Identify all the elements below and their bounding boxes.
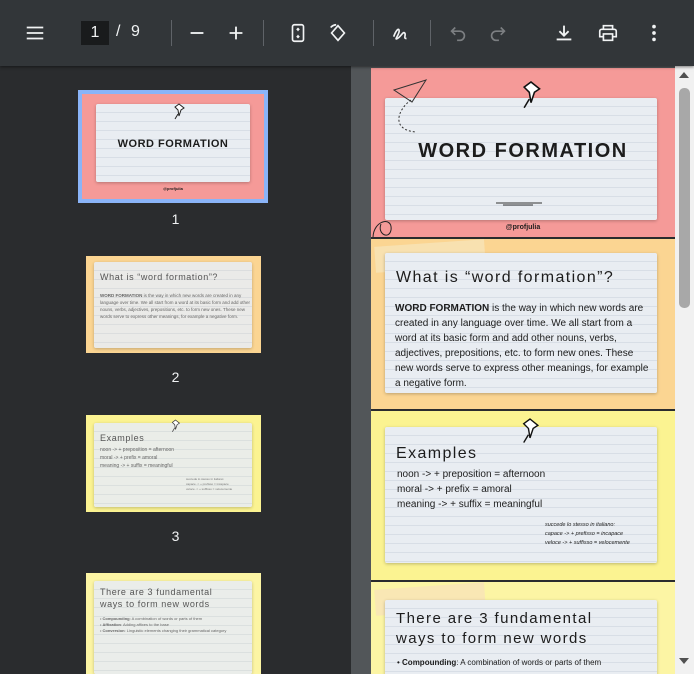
slide-title: ways to form new words — [396, 630, 588, 647]
fit-page-icon[interactable] — [286, 21, 310, 45]
document-page-1: WORD FORMATION @profjulia — [371, 68, 675, 239]
note-line: succede lo stesso in italiano: — [545, 522, 616, 528]
scrollbar-thumb[interactable] — [679, 88, 690, 308]
thumbnail-page-1[interactable]: WORD FORMATION @profjulia — [78, 90, 268, 203]
example-line: noon -> + preposition = afternoon — [397, 469, 546, 480]
thumbnail-page-2[interactable]: What is “word formation”? WORD FORMATION… — [86, 256, 261, 353]
thumb-slide-title: There are 3 fundamental — [100, 587, 213, 597]
toolbar-divider — [430, 20, 431, 46]
thumbnail-label: 2 — [171, 369, 180, 385]
slide-title: WORD FORMATION — [418, 140, 628, 162]
download-icon[interactable] — [552, 21, 576, 45]
thumb-note-line: veloce -> + suffisso = velocemente — [186, 487, 233, 491]
menu-icon[interactable] — [23, 21, 47, 45]
document-scrollbar[interactable] — [675, 66, 694, 674]
pushpin-icon — [519, 78, 543, 115]
slide-body: WORD FORMATION is the way in which new w… — [395, 303, 649, 389]
toolbar-divider — [171, 20, 172, 46]
toolbar-divider — [373, 20, 374, 46]
thumb-example-line: moral -> + prefix = amoral — [100, 455, 158, 461]
thumbnail-sidebar: WORD FORMATION @profjulia 1 What is “wor… — [0, 66, 351, 674]
thumbnail-page-4[interactable]: There are 3 fundamental ways to form new… — [86, 573, 261, 674]
pushpin-icon — [170, 418, 181, 438]
rotate-icon[interactable] — [326, 21, 350, 45]
thumbnail-page-3[interactable]: Examples noon -> + preposition = afterno… — [86, 415, 261, 512]
document-page-4: There are 3 fundamental ways to form new… — [371, 582, 675, 674]
example-line: moral -> + prefix = amoral — [397, 484, 512, 495]
thumb-note-line: succede lo stesso in italiano: — [186, 477, 225, 481]
page-separator: / — [116, 23, 121, 40]
more-icon[interactable] — [642, 21, 666, 45]
thumb-list-item: • Compounding: A combination of words or… — [100, 616, 203, 621]
thumb-list-item: • Affixation: Adding affixes to the base — [100, 622, 169, 627]
zoom-out-icon[interactable] — [185, 21, 209, 45]
thumbnail-label: 1 — [171, 211, 180, 227]
toolbar-divider — [263, 20, 264, 46]
thumbnail-label: 3 — [171, 528, 180, 544]
pushpin-icon — [519, 415, 541, 450]
pdf-toolbar: 1 / 9 — [0, 0, 694, 66]
scroll-down-arrow[interactable] — [679, 658, 689, 664]
pushpin-icon — [172, 102, 186, 125]
thumb-example-line: noon -> + preposition = afternoon — [100, 447, 175, 453]
scroll-up-arrow[interactable] — [679, 72, 689, 78]
document-page-2: What is “word formation”? WORD FORMATION… — [371, 239, 675, 411]
undo-icon[interactable] — [446, 21, 470, 45]
slide-handle: @profjulia — [505, 224, 541, 231]
slide-title: Examples — [396, 445, 478, 462]
thumb-slide-title: WORD FORMATION — [117, 138, 229, 150]
thumb-slide-body: WORD FORMATION is the way in which new w… — [100, 293, 250, 319]
thumb-note-line: capace -> + prefisso = incapace — [186, 482, 229, 486]
thumb-list-item: • Conversion: Linguistic elements changi… — [100, 628, 227, 633]
note-line: veloce -> + suffisso = velocemente — [545, 540, 630, 546]
example-line: meaning -> + suffix = meaningful — [397, 499, 543, 510]
slide-title: What is “word formation”? — [396, 269, 615, 286]
thumb-slide-title: Examples — [100, 433, 145, 443]
underline-doodle — [496, 202, 542, 206]
slide-title: There are 3 fundamental — [396, 610, 593, 627]
page-total: 9 — [131, 23, 140, 40]
redo-icon[interactable] — [486, 21, 510, 45]
thumb-slide-handle: @profjulia — [163, 186, 183, 191]
scribble-doodle — [372, 221, 392, 237]
print-icon[interactable] — [596, 21, 620, 45]
page-number-input[interactable]: 1 — [81, 21, 109, 45]
annotate-icon[interactable] — [389, 21, 413, 45]
paper-plane-doodle — [392, 79, 428, 133]
thumb-example-line: meaning -> + suffix = meaningful — [100, 463, 173, 469]
zoom-in-icon[interactable] — [224, 21, 248, 45]
note-line: capace -> + prefisso = incapace — [545, 531, 624, 537]
thumb-slide-title: ways to form new words — [100, 599, 210, 609]
document-page-3: Examples noon -> + preposition = afterno… — [371, 411, 675, 582]
list-item: • Compounding: A combination of words or… — [397, 658, 602, 667]
thumb-slide-title: What is “word formation”? — [100, 272, 219, 282]
